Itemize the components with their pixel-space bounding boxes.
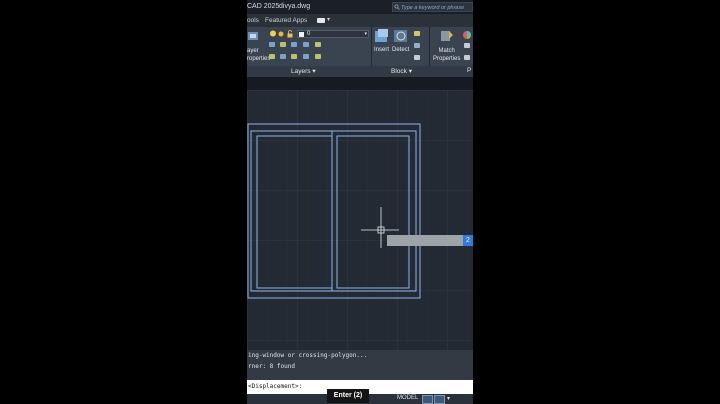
drawing-canvas[interactable]: 2 [247,90,473,350]
layer-tool-icon[interactable] [280,42,286,47]
dynamic-input-value[interactable]: 2 [463,235,473,246]
layer-tool-icon[interactable] [291,42,297,47]
layer-dropdown[interactable]: 0 ▾ [297,30,369,38]
layer-color-swatch [299,32,304,37]
command-history: ing-window or crossing-polygon... rner: … [247,350,473,380]
chevron-down-icon[interactable]: ▾ [327,16,330,23]
autocad-window: CAD 2025 divya.dwg Type a keyword or phr… [247,0,473,404]
layer-tool-icon[interactable] [315,42,321,47]
file-name: divya.dwg [279,3,311,10]
layer-tool-icon[interactable] [269,54,275,59]
grid-toggle-icon[interactable] [422,395,433,404]
chevron-down-icon: ▾ [364,31,367,37]
detect-icon[interactable] [393,28,409,44]
snap-toggle-icon[interactable] [434,395,445,404]
block-tool-icon[interactable] [414,43,420,48]
chevron-down-icon[interactable]: ▾ [447,395,450,402]
model-space-button[interactable]: MODEL [397,395,418,401]
insert-label[interactable]: Insert [374,47,389,53]
layers-panel-label[interactable]: Layers ▾ [291,67,316,75]
block-tool-icon[interactable] [414,31,420,36]
dynamic-input-field[interactable] [387,235,463,246]
layer-tool-icon[interactable] [315,54,321,59]
search-placeholder: Type a keyword or phrase [401,5,465,11]
tab-featured-apps[interactable]: Featured Apps [265,17,307,24]
search-icon [394,4,400,10]
history-line: rner: 8 found [248,363,295,370]
workspace-chip-icon[interactable] [317,18,325,23]
properties-panel-label[interactable]: P [467,67,471,74]
layer-tool-icon[interactable] [303,54,309,59]
layer-tool-icon[interactable] [291,54,297,59]
ribbon-tabs: ools Featured Apps ▾ [247,14,473,27]
layer-tool-icon[interactable] [303,42,309,47]
ribbon-panel-labels: Layers ▾ Block ▾ P [247,66,473,77]
block-panel-label[interactable]: Block ▾ [391,67,412,75]
lightbulb-icon[interactable] [269,30,277,38]
match-properties-label[interactable]: Match Properties [433,47,460,63]
layer-properties-label[interactable]: ayer roperties [247,47,270,63]
insert-block-icon[interactable] [374,28,390,44]
title-bar: CAD 2025 divya.dwg Type a keyword or phr… [247,0,473,14]
file-tab-strip [247,77,473,90]
layer-tool-icon[interactable] [280,54,286,59]
layer-tool-icon[interactable] [269,42,275,47]
color-wheel-icon[interactable] [462,30,472,40]
properties-tool-icon[interactable] [464,43,470,48]
app-title: CAD 2025 [247,3,280,10]
history-line: ing-window or crossing-polygon... [248,352,368,359]
keystroke-overlay: Enter (2) [327,389,369,403]
lock-icon[interactable] [286,30,294,38]
sun-icon[interactable] [277,30,285,38]
search-input[interactable]: Type a keyword or phrase [392,2,473,12]
block-tool-icon[interactable] [414,55,420,60]
match-properties-icon[interactable] [440,29,454,43]
detect-label[interactable]: Detect [392,47,409,53]
properties-tool-icon[interactable] [464,55,470,60]
drawing-grid [247,90,473,350]
tab-tools[interactable]: ools [247,17,259,24]
current-layer: 0 [307,31,311,37]
layer-properties-icon[interactable] [247,30,259,42]
